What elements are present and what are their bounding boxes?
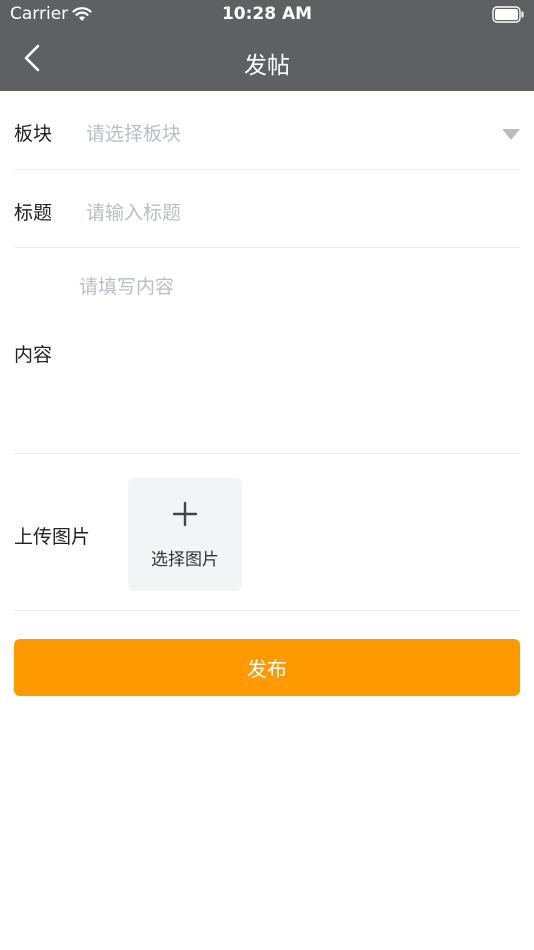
content-field[interactable]: 内容 请填写内容 (14, 248, 520, 454)
nav-bar: 发帖 (0, 30, 534, 91)
status-bar: Carrier 10:28 AM (0, 0, 534, 30)
plus-icon (172, 501, 198, 527)
upload-label: 上传图片 (14, 526, 91, 548)
board-select[interactable]: 板块 请选择板块 (14, 91, 520, 170)
title-placeholder: 请输入标题 (86, 202, 182, 224)
title-field[interactable]: 标题 请输入标题 (14, 170, 520, 248)
battery-icon (492, 6, 524, 23)
content-label: 内容 (14, 344, 53, 366)
publish-button[interactable]: 发布 (14, 639, 520, 696)
header: Carrier 10:28 AM 发帖 (0, 0, 534, 91)
title-label: 标题 (14, 202, 53, 224)
upload-row: 上传图片 选择图片 (14, 454, 520, 611)
select-image-button[interactable]: 选择图片 (128, 478, 242, 591)
board-placeholder: 请选择板块 (86, 123, 182, 145)
select-image-label: 选择图片 (151, 550, 219, 570)
triangle-down-icon (502, 126, 520, 140)
content-placeholder: 请填写内容 (79, 276, 175, 298)
board-label: 板块 (14, 123, 53, 145)
page-title: 发帖 (244, 53, 290, 79)
status-time: 10:28 AM (221, 4, 313, 24)
